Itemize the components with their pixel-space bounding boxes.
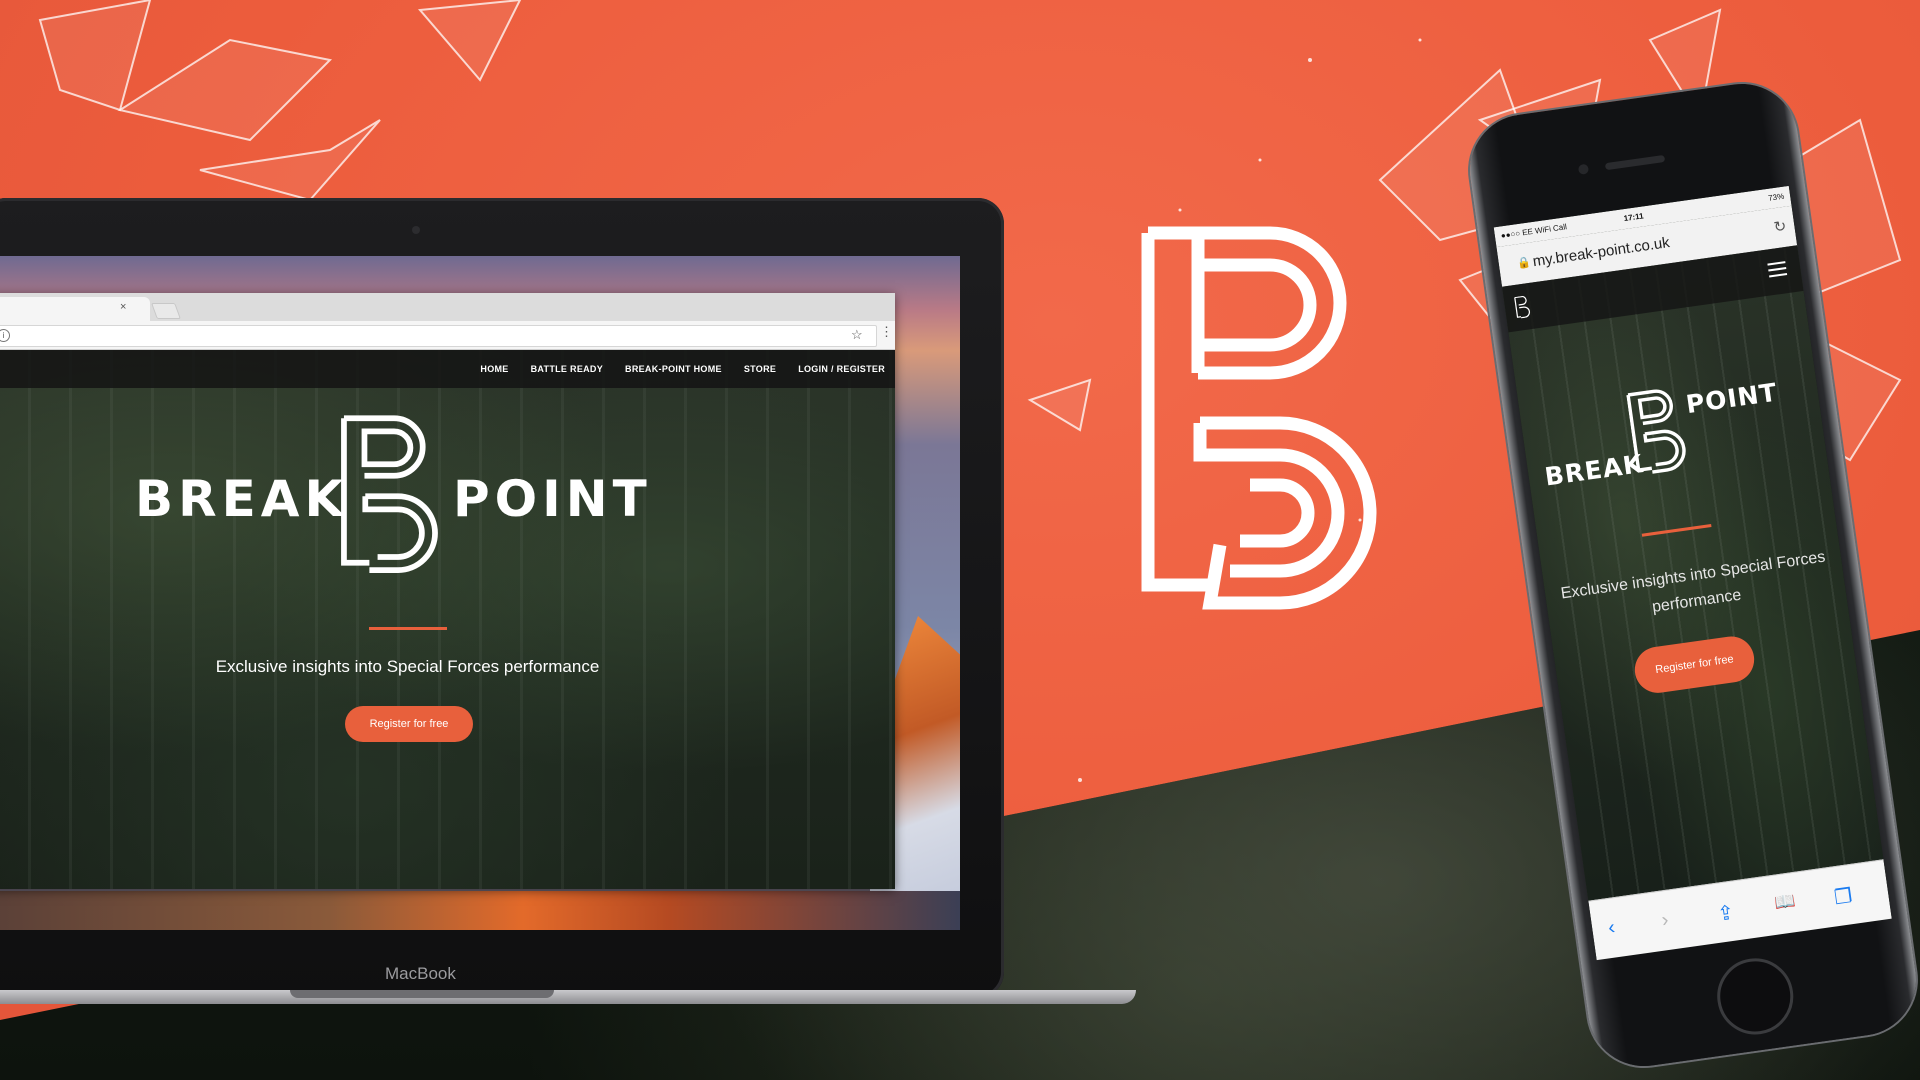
hero-b-mark: [341, 415, 438, 573]
hamburger-menu-icon[interactable]: [1767, 261, 1788, 278]
mobile-logo-word-break: BREAK: [1542, 449, 1646, 492]
laptop-notch: [290, 990, 554, 998]
share-icon[interactable]: ⇪: [1716, 900, 1736, 927]
back-icon[interactable]: ‹: [1607, 916, 1617, 940]
laptop-base: [0, 990, 1136, 1004]
browser-window: × i ☆ ⋮ HOME BATTLE READY BREAK-POINT HO…: [0, 293, 895, 889]
nav-battle-ready[interactable]: BATTLE READY: [531, 364, 603, 374]
wallpaper-rocks: [0, 891, 960, 930]
macbook-label: MacBook: [385, 964, 456, 983]
browser-tab-active[interactable]: ×: [0, 297, 150, 321]
promo-scene: × i ☆ ⋮ HOME BATTLE READY BREAK-POINT HO…: [0, 0, 1920, 1080]
address-bar[interactable]: i ☆: [0, 325, 877, 347]
logo-word-point: POINT: [453, 470, 652, 528]
bookmark-star-icon[interactable]: ☆: [851, 327, 863, 343]
hero-logo: BREAK POINT: [135, 415, 695, 615]
browser-menu-icon[interactable]: ⋮: [880, 324, 893, 340]
laptop-camera: [412, 226, 420, 234]
nav-break-point-home[interactable]: BREAK-POINT HOME: [625, 364, 722, 374]
mobile-hero-b-mark: [1626, 389, 1686, 474]
new-tab-button[interactable]: [151, 303, 181, 319]
mobile-b-logo-icon[interactable]: [1514, 295, 1533, 319]
mobile-logo-word-point: POINT: [1684, 377, 1780, 420]
hero-divider: [369, 627, 447, 630]
hero-tagline: Exclusive insights into Special Forces p…: [215, 657, 600, 676]
page-url[interactable]: my.break-point.co.uk: [1532, 234, 1671, 270]
browser-tab-strip: ×: [0, 293, 895, 321]
website-hero: HOME BATTLE READY BREAK-POINT HOME STORE…: [0, 350, 895, 889]
lock-icon: 🔒: [1516, 256, 1532, 271]
battery-label: 73%: [1767, 191, 1785, 203]
forward-icon[interactable]: ›: [1660, 909, 1670, 933]
nav-login-register[interactable]: LOGIN / REGISTER: [798, 364, 885, 374]
logo-word-break: BREAK: [135, 470, 349, 528]
tabs-icon[interactable]: ❐: [1833, 883, 1854, 910]
nav-store[interactable]: STORE: [744, 364, 776, 374]
info-icon[interactable]: i: [0, 329, 10, 342]
site-navbar: HOME BATTLE READY BREAK-POINT HOME STORE…: [0, 350, 895, 388]
break-point-b-logo-mark: [1141, 226, 1377, 610]
site-nav-list: HOME BATTLE READY BREAK-POINT HOME STORE…: [480, 350, 885, 388]
laptop-screen: × i ☆ ⋮ HOME BATTLE READY BREAK-POINT HO…: [0, 256, 960, 930]
status-time: 17:11: [1623, 211, 1645, 224]
browser-toolbar: i ☆: [0, 321, 895, 350]
register-button[interactable]: Register for free: [345, 706, 473, 742]
reload-icon[interactable]: ↻: [1773, 217, 1788, 237]
close-tab-icon[interactable]: ×: [120, 301, 126, 313]
bookmarks-icon[interactable]: 📖: [1773, 891, 1797, 914]
nav-home[interactable]: HOME: [480, 364, 508, 374]
